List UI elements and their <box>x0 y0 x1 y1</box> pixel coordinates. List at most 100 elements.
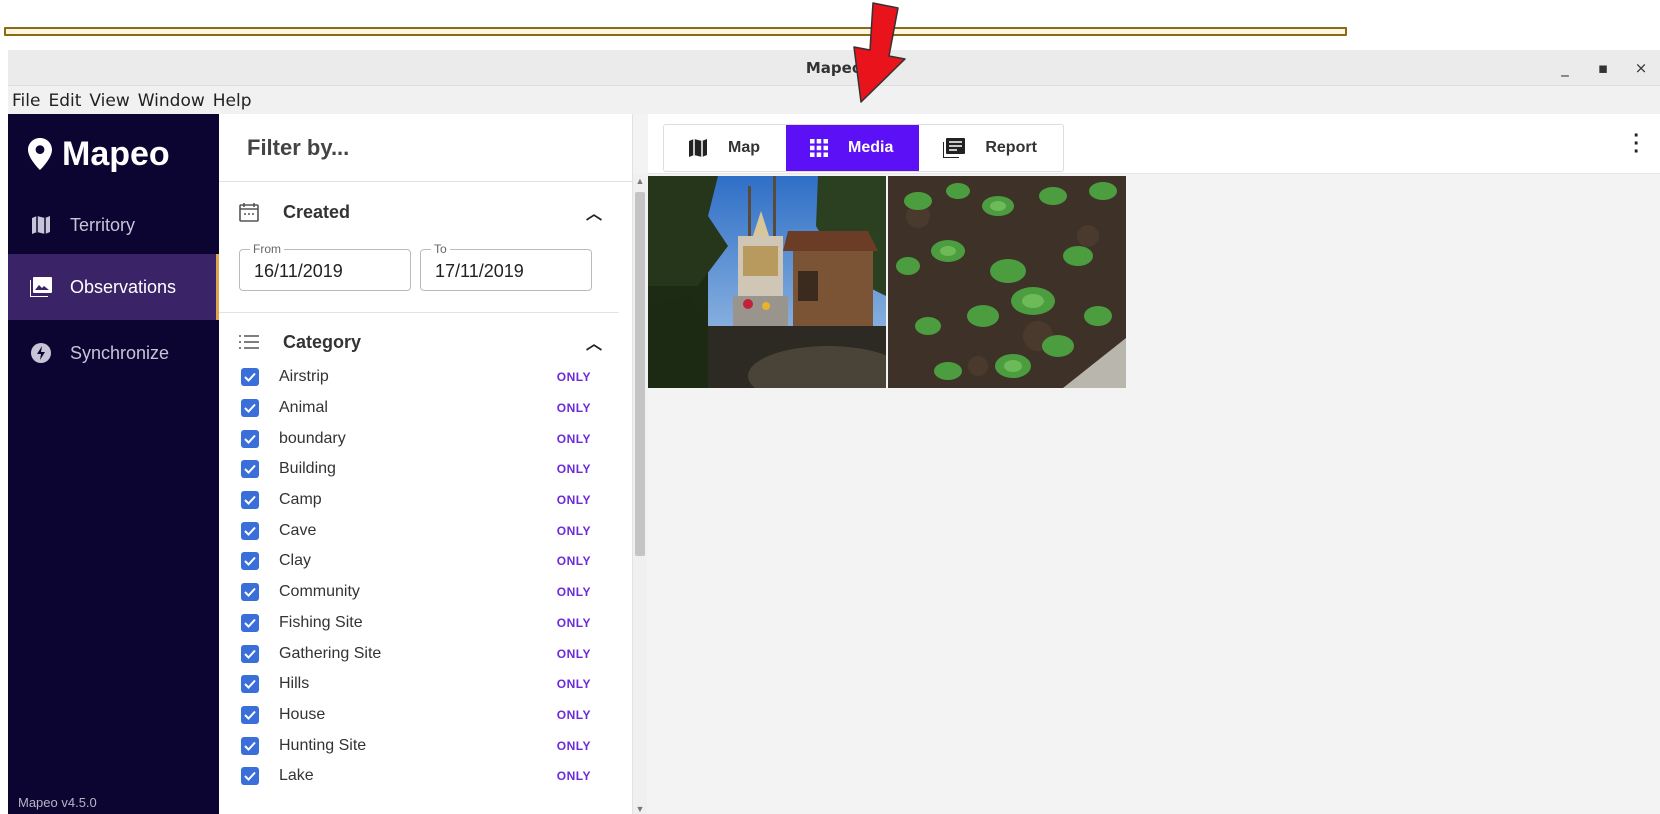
to-date-value: 17/11/2019 <box>435 261 524 281</box>
sidebar-item-territory[interactable]: Territory <box>8 192 219 258</box>
only-button[interactable]: ONLY <box>557 401 591 415</box>
only-button[interactable]: ONLY <box>557 647 591 661</box>
only-button[interactable]: ONLY <box>557 677 591 691</box>
tab-label: Map <box>728 139 760 156</box>
category-row[interactable]: Cave ONLY <box>241 515 591 546</box>
checkbox-checked-icon[interactable] <box>241 399 259 418</box>
menu-help[interactable]: Help <box>209 91 256 111</box>
menu-file[interactable]: File <box>8 91 44 111</box>
menu-window[interactable]: Window <box>134 91 209 111</box>
only-button[interactable]: ONLY <box>557 616 591 630</box>
menu-view[interactable]: View <box>85 91 133 111</box>
only-button[interactable]: ONLY <box>557 432 591 446</box>
tutorial-progress-bar <box>4 27 1347 36</box>
category-label: Gathering Site <box>279 644 382 662</box>
checkbox-checked-icon[interactable] <box>241 583 259 602</box>
category-row[interactable]: Building ONLY <box>241 454 591 485</box>
category-row[interactable]: Hunting Site ONLY <box>241 730 591 761</box>
category-label: Category <box>283 331 362 352</box>
app-window: Mapeo _ ▪ × File Edit View Window Help M… <box>8 50 1660 814</box>
only-button[interactable]: ONLY <box>557 554 591 568</box>
category-row[interactable]: Community ONLY <box>241 577 591 608</box>
checkbox-checked-icon[interactable] <box>241 491 259 510</box>
category-row[interactable]: Camp ONLY <box>241 485 591 516</box>
titlebar[interactable]: Mapeo _ ▪ × <box>8 50 1660 86</box>
menu-edit[interactable]: Edit <box>44 91 85 111</box>
only-button[interactable]: ONLY <box>557 708 591 722</box>
app-name: Mapeo <box>62 134 170 173</box>
map-icon <box>688 138 708 158</box>
window-controls: _ ▪ × <box>1546 50 1660 86</box>
chevron-up-icon[interactable]: ︿ <box>586 200 602 224</box>
checkbox-checked-icon[interactable] <box>241 705 259 724</box>
only-button[interactable]: ONLY <box>557 493 591 507</box>
location-pin-icon <box>28 138 52 170</box>
category-row[interactable]: Airstrip ONLY <box>241 362 591 393</box>
filter-scrollbar[interactable]: ▲ ▼ <box>633 174 647 814</box>
category-label: boundary <box>279 429 346 447</box>
media-thumbnail-shrine[interactable] <box>648 176 886 388</box>
tab-media[interactable]: Media <box>786 125 920 171</box>
media-thumbnail-seedlings[interactable] <box>888 176 1126 388</box>
sidebar-item-label: Observations <box>70 276 177 297</box>
report-icon <box>943 138 966 158</box>
only-button[interactable]: ONLY <box>557 739 591 753</box>
tab-report[interactable]: Report <box>919 125 1063 171</box>
only-button[interactable]: ONLY <box>557 769 591 783</box>
category-row[interactable]: Gathering Site ONLY <box>241 638 591 669</box>
checkbox-checked-icon[interactable] <box>241 644 259 663</box>
from-date-field[interactable]: From 16/11/2019 <box>239 242 411 291</box>
category-label: Airstrip <box>279 368 329 386</box>
only-button[interactable]: ONLY <box>557 524 591 538</box>
category-row[interactable]: Fishing Site ONLY <box>241 608 591 639</box>
minimize-button[interactable]: _ <box>1546 50 1584 86</box>
window-title: Mapeo <box>805 59 863 77</box>
from-date-label: From <box>250 242 284 256</box>
calendar-icon <box>239 202 263 222</box>
scroll-down-arrow-icon[interactable]: ▼ <box>635 804 645 814</box>
only-button[interactable]: ONLY <box>557 462 591 476</box>
checkbox-checked-icon[interactable] <box>241 736 259 755</box>
created-section-header[interactable]: Created ︿ <box>239 197 602 227</box>
category-row[interactable]: Clay ONLY <box>241 546 591 577</box>
main-area: Map Media Report · · · <box>648 114 1660 814</box>
menubar: File Edit View Window Help <box>8 87 1660 114</box>
map-icon <box>30 214 52 236</box>
tab-map[interactable]: Map <box>664 125 786 171</box>
category-row[interactable]: House ONLY <box>241 700 591 731</box>
sync-bolt-icon <box>30 342 52 364</box>
checkbox-checked-icon[interactable] <box>241 613 259 632</box>
checkbox-checked-icon[interactable] <box>241 675 259 694</box>
close-button[interactable]: × <box>1622 50 1660 86</box>
photo-icon <box>30 276 52 298</box>
tab-label: Media <box>848 139 894 156</box>
checkbox-checked-icon[interactable] <box>241 552 259 571</box>
category-row[interactable]: Lake ONLY <box>241 761 591 792</box>
sidebar-item-observations[interactable]: Observations <box>8 254 219 320</box>
chevron-up-icon[interactable]: ︿ <box>586 330 602 354</box>
to-date-field[interactable]: To 17/11/2019 <box>420 242 592 291</box>
checkbox-checked-icon[interactable] <box>241 368 259 387</box>
category-row[interactable]: boundary ONLY <box>241 423 591 454</box>
checkbox-checked-icon[interactable] <box>241 767 259 786</box>
category-label: Cave <box>279 521 317 539</box>
category-section-header[interactable]: Category ︿ <box>239 327 602 357</box>
scroll-up-arrow-icon[interactable]: ▲ <box>635 176 645 186</box>
app-logo: Mapeo <box>28 124 170 184</box>
scroll-thumb[interactable] <box>635 192 645 556</box>
only-button[interactable]: ONLY <box>557 370 591 384</box>
category-row[interactable]: Animal ONLY <box>241 393 591 424</box>
checkbox-checked-icon[interactable] <box>241 460 259 479</box>
category-label: Animal <box>279 399 328 417</box>
sidebar-item-synchronize[interactable]: Synchronize <box>8 320 219 386</box>
screenshot-stage: Mapeo _ ▪ × File Edit View Window Help M… <box>0 0 1660 814</box>
only-button[interactable]: ONLY <box>557 585 591 599</box>
maximize-button[interactable]: ▪ <box>1584 50 1622 86</box>
category-label: Lake <box>279 767 314 785</box>
seedlings-photo <box>888 176 1126 388</box>
checkbox-checked-icon[interactable] <box>241 429 259 448</box>
more-options-icon[interactable]: · · · <box>1633 126 1640 162</box>
category-row[interactable]: Hills ONLY <box>241 669 591 700</box>
checkbox-checked-icon[interactable] <box>241 521 259 540</box>
category-label: Hills <box>279 675 310 693</box>
